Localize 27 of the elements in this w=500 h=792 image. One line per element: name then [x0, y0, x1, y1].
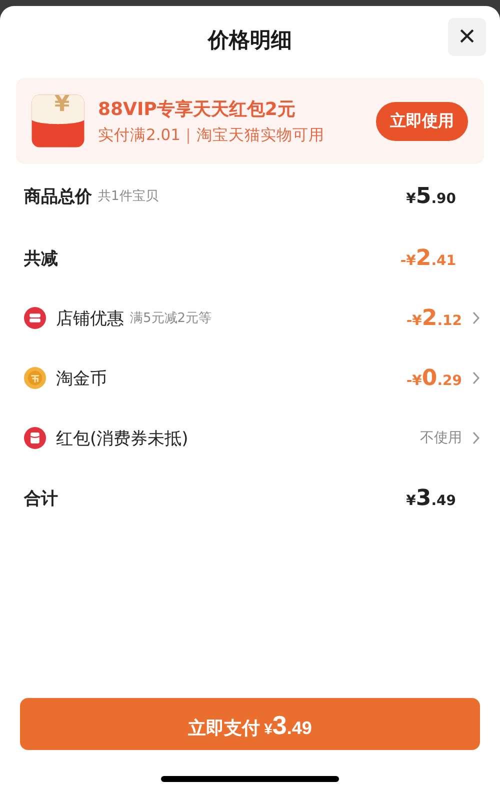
close-button[interactable]: ×	[448, 18, 486, 56]
price: ¥3.49	[406, 486, 456, 510]
price: ¥5.90	[406, 184, 456, 208]
row-label: 淘金币	[56, 368, 107, 390]
chevron-right-icon[interactable]	[472, 311, 480, 325]
pay-now-button[interactable]: 立即支付 ¥3.49	[20, 698, 480, 750]
promo-title: 88VIP专享天天红包2元	[98, 98, 296, 120]
row-label: 商品总价	[24, 186, 92, 208]
row-value: 不使用	[420, 429, 462, 447]
chevron-right-icon[interactable]	[472, 431, 480, 445]
row-note: 满5元减2元等	[130, 310, 212, 327]
row-label: 红包(消费券未抵)	[56, 428, 188, 450]
row-label: 店铺优惠	[56, 308, 124, 330]
coin-icon	[24, 367, 46, 389]
price: -¥0.29	[406, 366, 462, 390]
promo-subtitle: 实付满2.01｜淘宝天猫实物可用	[98, 124, 326, 146]
row-label: 合计	[24, 488, 58, 510]
shop-discount-icon	[24, 307, 46, 329]
price: -¥2.12	[406, 306, 462, 330]
chevron-right-icon[interactable]	[472, 371, 480, 385]
price: -¥2.41	[400, 246, 456, 270]
yen-symbol: ¥	[53, 92, 71, 117]
row-note: 共1件宝贝	[98, 188, 158, 205]
envelope-icon	[24, 427, 46, 449]
sheet-title: 价格明细	[208, 27, 292, 54]
use-now-button[interactable]: 立即使用	[376, 102, 468, 140]
row-label: 共减	[24, 248, 58, 270]
